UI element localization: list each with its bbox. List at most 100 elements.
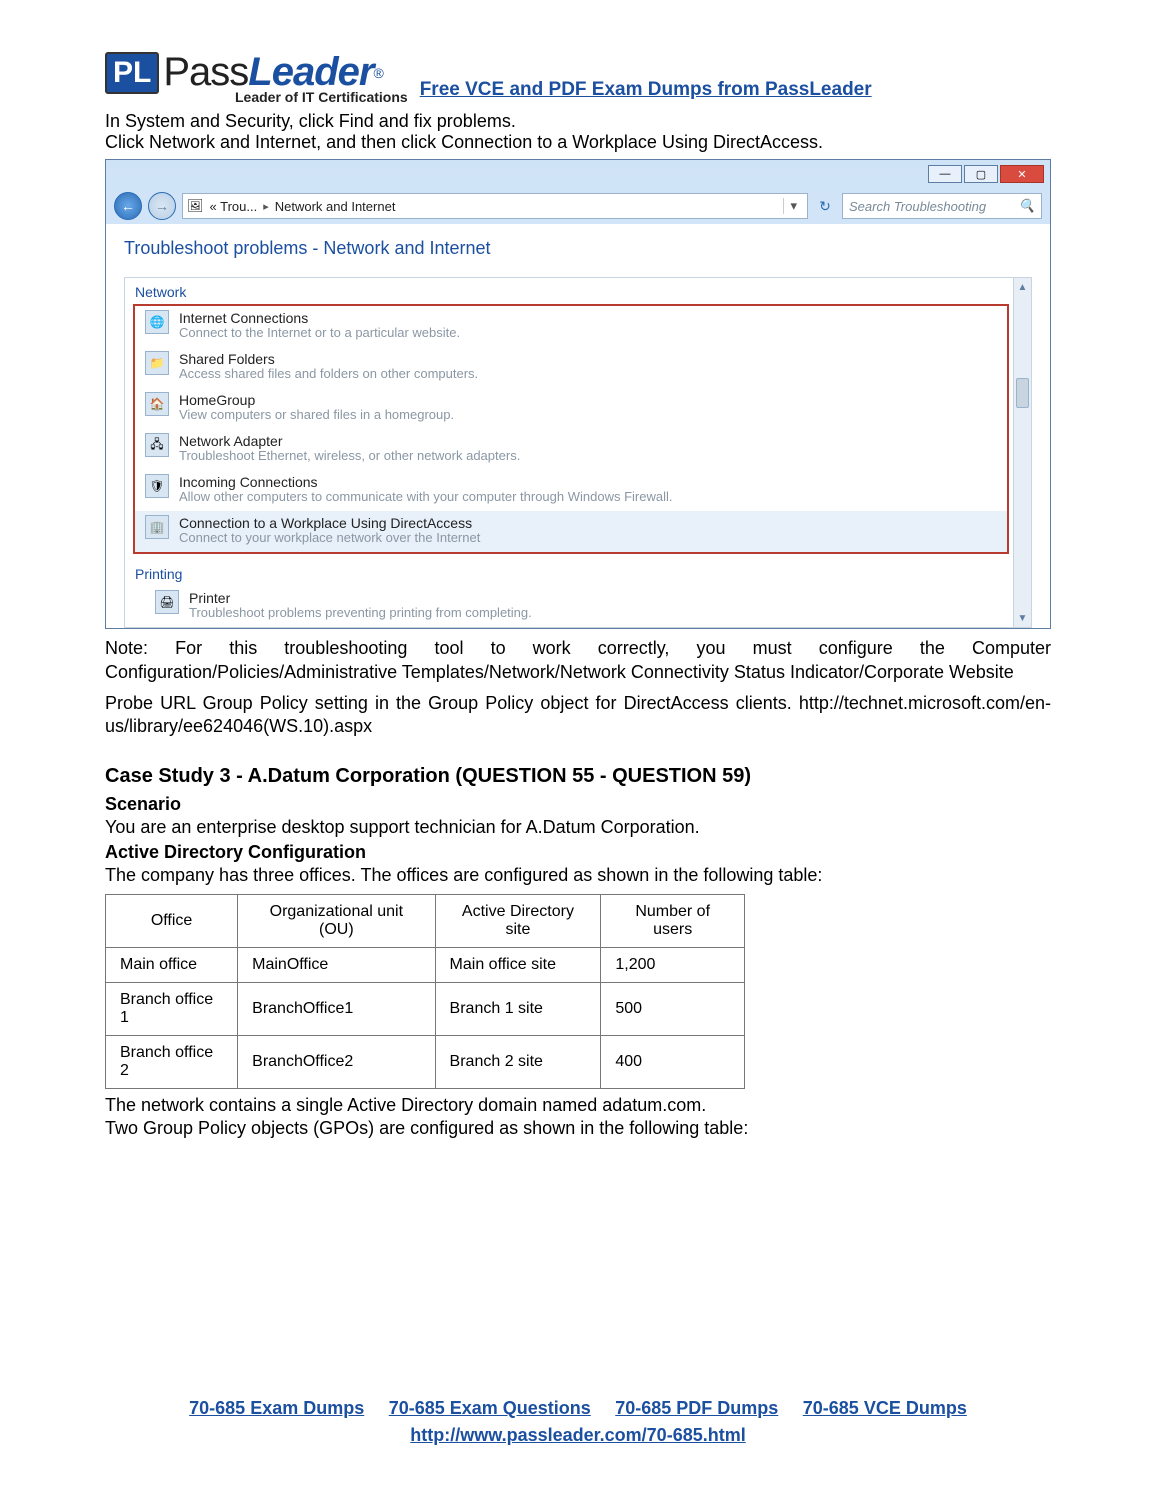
item-shared-folders[interactable]: 📁 Shared FoldersAccess shared files and …: [135, 347, 1007, 388]
cell: Branch 1 site: [435, 982, 601, 1035]
titlebar: — ▢ ✕: [106, 160, 1050, 188]
window-heading: Troubleshoot problems - Network and Inte…: [124, 238, 1032, 259]
window-body: Troubleshoot problems - Network and Inte…: [106, 224, 1050, 628]
after-table-1: The network contains a single Active Dir…: [105, 1095, 1051, 1116]
table-row: Main office MainOffice Main office site …: [106, 947, 745, 982]
item-incoming-connections[interactable]: 🛡 Incoming ConnectionsAllow other comput…: [135, 470, 1007, 511]
cell: 400: [601, 1035, 745, 1088]
scroll-up-icon[interactable]: ▲: [1014, 278, 1031, 296]
cell: Branch office 1: [106, 982, 238, 1035]
ad-config-paragraph: The company has three offices. The offic…: [105, 865, 1051, 886]
group-printing: Printing: [125, 560, 1031, 586]
crumb-sep: ▸: [263, 200, 269, 213]
scrollbar[interactable]: ▲ ▼: [1013, 278, 1031, 627]
item-desc: Connect to your workplace network over t…: [179, 531, 480, 546]
after-table-2: Two Group Policy objects (GPOs) are conf…: [105, 1118, 1051, 1139]
nav-row: ← → 🖼 « Trou... ▸ Network and Internet ▾…: [106, 188, 1050, 224]
folder-share-icon: 📁: [145, 351, 169, 375]
cell: Branch office 2: [106, 1035, 238, 1088]
footer: 70-685 Exam Dumps 70-685 Exam Questions …: [0, 1398, 1156, 1446]
item-printer[interactable]: 🖨 PrinterTroubleshoot problems preventin…: [125, 586, 1031, 627]
th-ou: Organizational unit (OU): [238, 894, 435, 947]
back-button[interactable]: ←: [114, 192, 142, 220]
cell: MainOffice: [238, 947, 435, 982]
footer-link-pdf[interactable]: 70-685 PDF Dumps: [615, 1398, 778, 1418]
group-network: Network: [125, 278, 1031, 304]
item-desc: Troubleshoot Ethernet, wireless, or othe…: [179, 449, 520, 464]
crumb-prefix: « Trou...: [210, 199, 258, 214]
printer-icon: 🖨: [155, 590, 179, 614]
close-button[interactable]: ✕: [1000, 165, 1044, 183]
table-header-row: Office Organizational unit (OU) Active D…: [106, 894, 745, 947]
th-site: Active Directory site: [435, 894, 601, 947]
header-link[interactable]: Free VCE and PDF Exam Dumps from PassLea…: [420, 79, 872, 101]
windows-screenshot: — ▢ ✕ ← → 🖼 « Trou... ▸ Network and Inte…: [105, 159, 1051, 629]
item-title: Shared Folders: [179, 351, 478, 367]
table-row: Branch office 1 BranchOffice1 Branch 1 s…: [106, 982, 745, 1035]
scroll-thumb[interactable]: [1016, 378, 1029, 408]
search-placeholder: Search Troubleshooting: [849, 199, 986, 214]
intro-line-1: In System and Security, click Find and f…: [105, 111, 1051, 132]
crumb-dropdown-icon[interactable]: ▾: [783, 198, 803, 214]
footer-link-dumps[interactable]: 70-685 Exam Dumps: [189, 1398, 364, 1418]
case-study-heading: Case Study 3 - A.Datum Corporation (QUES…: [105, 765, 1051, 788]
item-desc: View computers or shared files in a home…: [179, 408, 454, 423]
item-desc: Troubleshoot problems preventing printin…: [189, 606, 532, 621]
item-directaccess[interactable]: 🏢 Connection to a Workplace Using Direct…: [135, 511, 1007, 552]
selection-highlight: 🌐 Internet ConnectionsConnect to the Int…: [133, 304, 1009, 554]
folder-icon: 🖼: [187, 198, 204, 214]
item-title: Connection to a Workplace Using DirectAc…: [179, 515, 480, 531]
cell: 1,200: [601, 947, 745, 982]
item-desc: Allow other computers to communicate wit…: [179, 490, 672, 505]
cell: Main office site: [435, 947, 601, 982]
globe-icon: 🌐: [145, 310, 169, 334]
logo-tagline: Leader of IT Certifications: [235, 89, 408, 105]
logo-reg: ®: [373, 65, 383, 81]
item-internet-connections[interactable]: 🌐 Internet ConnectionsConnect to the Int…: [135, 306, 1007, 347]
cell: Branch 2 site: [435, 1035, 601, 1088]
item-title: Internet Connections: [179, 310, 460, 326]
item-homegroup[interactable]: 🏠 HomeGroupView computers or shared file…: [135, 388, 1007, 429]
note-paragraph-2: Probe URL Group Policy setting in the Gr…: [105, 692, 1051, 739]
cell: 500: [601, 982, 745, 1035]
workplace-icon: 🏢: [145, 515, 169, 539]
forward-button[interactable]: →: [148, 192, 176, 220]
ad-config-heading: Active Directory Configuration: [105, 842, 1051, 863]
footer-url[interactable]: http://www.passleader.com/70-685.html: [410, 1425, 745, 1445]
item-desc: Connect to the Internet or to a particul…: [179, 326, 460, 341]
item-title: HomeGroup: [179, 392, 454, 408]
item-title: Printer: [189, 590, 532, 606]
maximize-button[interactable]: ▢: [964, 165, 998, 183]
intro-line-2: Click Network and Internet, and then cli…: [105, 132, 1051, 153]
offices-table: Office Organizational unit (OU) Active D…: [105, 894, 745, 1089]
footer-link-questions[interactable]: 70-685 Exam Questions: [389, 1398, 591, 1418]
adapter-icon: 🖧: [145, 433, 169, 457]
search-icon: 🔍: [1019, 198, 1035, 214]
scroll-down-icon[interactable]: ▼: [1014, 609, 1031, 627]
search-input[interactable]: Search Troubleshooting 🔍: [842, 193, 1042, 219]
cell: Main office: [106, 947, 238, 982]
crumb-current: Network and Internet: [275, 199, 396, 214]
refresh-button[interactable]: ↻: [814, 195, 836, 217]
note-paragraph-1: Note: For this troubleshooting tool to w…: [105, 637, 1051, 684]
footer-link-vce[interactable]: 70-685 VCE Dumps: [803, 1398, 967, 1418]
scenario-paragraph: You are an enterprise desktop support te…: [105, 817, 1051, 838]
th-users: Number of users: [601, 894, 745, 947]
logo: PL PassLeader® Leader of IT Certificatio…: [105, 50, 408, 105]
item-desc: Access shared files and folders on other…: [179, 367, 478, 382]
item-title: Incoming Connections: [179, 474, 672, 490]
cell: BranchOffice1: [238, 982, 435, 1035]
logo-badge: PL: [105, 52, 159, 94]
minimize-button[interactable]: —: [928, 165, 962, 183]
firewall-icon: 🛡: [145, 474, 169, 498]
scenario-heading: Scenario: [105, 794, 1051, 815]
homegroup-icon: 🏠: [145, 392, 169, 416]
breadcrumb[interactable]: 🖼 « Trou... ▸ Network and Internet ▾: [182, 193, 808, 219]
th-office: Office: [106, 894, 238, 947]
troubleshoot-panel: ▲ ▼ Network 🌐 Internet ConnectionsConnec…: [124, 277, 1032, 628]
cell: BranchOffice2: [238, 1035, 435, 1088]
item-network-adapter[interactable]: 🖧 Network AdapterTroubleshoot Ethernet, …: [135, 429, 1007, 470]
header: PL PassLeader® Leader of IT Certificatio…: [105, 50, 1051, 105]
page: PL PassLeader® Leader of IT Certificatio…: [0, 0, 1156, 1496]
item-title: Network Adapter: [179, 433, 520, 449]
